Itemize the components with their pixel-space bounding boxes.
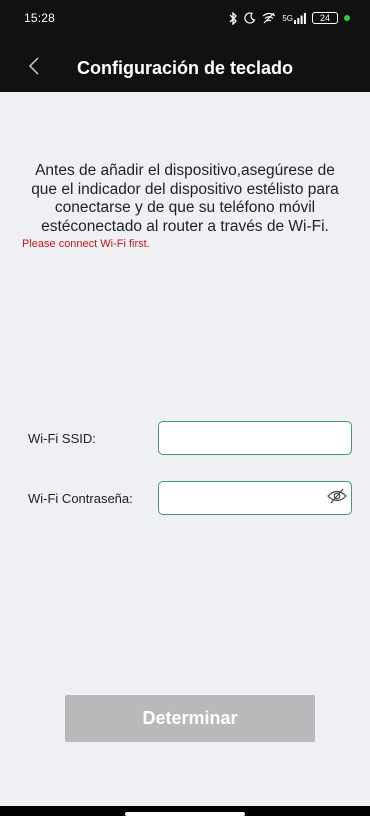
password-row: Wi-Fi Contraseña: bbox=[28, 481, 354, 515]
determine-button[interactable]: Determinar bbox=[65, 695, 315, 742]
keyboard-setup-screen: 15:28 5G 24 Configuración de teclado Ant… bbox=[0, 0, 370, 816]
instruction-text: Antes de añadir el dispositivo,asegúrese… bbox=[31, 162, 339, 235]
no-wifi-icon bbox=[262, 12, 276, 24]
ssid-row: Wi-Fi SSID: bbox=[28, 421, 354, 455]
status-time: 15:28 bbox=[24, 11, 56, 25]
top-bar: 15:28 5G 24 Configuración de teclado bbox=[0, 0, 370, 92]
status-bar: 15:28 5G 24 bbox=[0, 0, 370, 36]
nav-bar: Configuración de teclado bbox=[0, 48, 370, 88]
ssid-label: Wi-Fi SSID: bbox=[28, 430, 96, 446]
back-button[interactable] bbox=[22, 56, 46, 80]
recording-indicator-dot bbox=[344, 15, 350, 21]
password-input[interactable] bbox=[158, 481, 352, 515]
battery-icon: 24 bbox=[312, 12, 338, 24]
home-indicator[interactable] bbox=[125, 812, 245, 816]
eye-off-icon bbox=[327, 488, 347, 509]
battery-level: 24 bbox=[319, 13, 330, 23]
bluetooth-icon bbox=[228, 11, 238, 25]
network-type: 5G bbox=[282, 13, 293, 23]
signal-icon: 5G bbox=[282, 12, 306, 24]
status-icons: 5G 24 bbox=[228, 11, 350, 25]
chevron-left-icon bbox=[28, 56, 40, 81]
moon-icon bbox=[244, 12, 256, 24]
ssid-input[interactable] bbox=[158, 421, 352, 455]
password-label: Wi-Fi Contraseña: bbox=[28, 490, 133, 506]
wifi-warning-text: Please connect Wi-Fi first. bbox=[22, 238, 150, 250]
page-title: Configuración de teclado bbox=[76, 57, 294, 78]
toggle-password-visibility-button[interactable] bbox=[326, 487, 348, 509]
